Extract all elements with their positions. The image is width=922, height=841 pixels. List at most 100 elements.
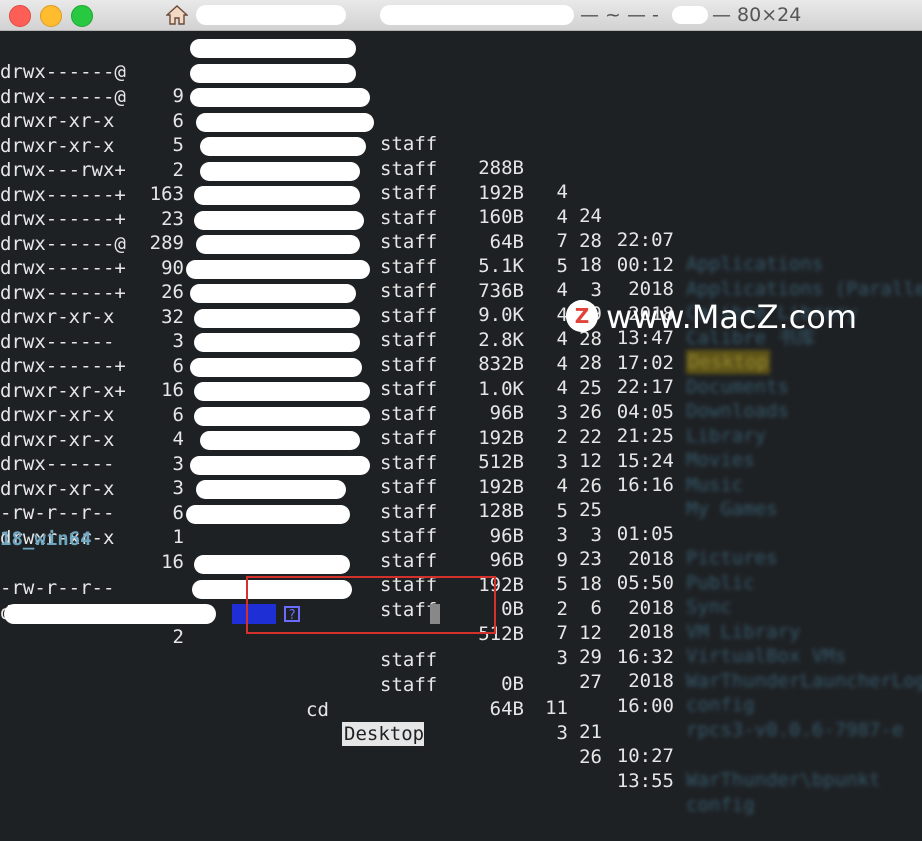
file-name: Applications (Parallels) xyxy=(686,277,922,300)
minimize-window-button[interactable] xyxy=(40,5,62,27)
file-group: staff xyxy=(380,525,438,547)
redacted-owner xyxy=(190,63,356,83)
link-count: 3 xyxy=(172,477,184,499)
listing-row: drwx------ 3 staff 96B 5 6 2018 VirtualB… xyxy=(0,428,846,667)
redacted-owner xyxy=(200,161,360,181)
file-name: rpcs3-v0.0.6-7987-e xyxy=(686,718,904,741)
file-group: staff xyxy=(380,255,438,278)
file-size: 1.0K xyxy=(478,377,524,400)
modified-day: 27 xyxy=(579,670,602,693)
redacted-owner xyxy=(194,406,370,426)
file-group: staff xyxy=(380,476,438,498)
modified-time: 21:25 xyxy=(616,425,674,447)
modified-month: 4 xyxy=(556,303,568,326)
modified-day: 21 xyxy=(579,721,602,743)
redacted-owner xyxy=(186,504,350,524)
link-count: 16 xyxy=(161,550,184,573)
modified-month: 5 xyxy=(556,573,568,595)
listing-row: -rw-r--r-- 1 staff 0B 11 21 10:27 WarThu… xyxy=(0,552,880,791)
modified-day: 28 xyxy=(579,229,602,252)
modified-time: 04:05 xyxy=(616,400,674,423)
modified-day: 25 xyxy=(579,499,602,521)
modified-day: 3 xyxy=(590,523,602,546)
svg-text:Z: Z xyxy=(575,304,590,328)
file-name: Downloads xyxy=(686,400,789,422)
redacted-owner xyxy=(200,431,360,450)
listing-row: drwxr-xr-x 2 staff 64B 3 26 13:55 config xyxy=(0,577,755,816)
link-count: 4 xyxy=(172,428,184,450)
listing-row: drwx------+ 16 staff 512B 4 25 01:05 Pic… xyxy=(0,330,778,569)
window-title-size: — 80×24 xyxy=(712,4,802,26)
file-group: staff xyxy=(380,280,438,302)
file-name: config xyxy=(686,793,755,816)
listing-row: drwx---rwx+ 163 staff 5.1K 4 29 13:47 De… xyxy=(0,134,771,374)
file-name: Documents xyxy=(686,375,789,398)
listing-row: drwx------ 6 staff 192B 3 26 xyxy=(0,306,602,497)
link-count: 23 xyxy=(161,207,184,230)
redacted-owner xyxy=(194,308,360,328)
modified-day: 3 xyxy=(590,278,602,301)
modified-month: 3 xyxy=(556,450,568,473)
listing-row: drwxr-xr-x 16 staff 512B 3 27 16:00 rpcs… xyxy=(0,502,903,741)
modified-month: 4 xyxy=(556,205,568,228)
modified-time: 15:24 xyxy=(616,449,674,472)
modified-month: 4 xyxy=(556,181,568,203)
modified-day: 12 xyxy=(579,450,602,472)
typed-command: cd xyxy=(306,699,329,721)
link-count: 6 xyxy=(172,109,184,132)
close-window-button[interactable] xyxy=(9,5,31,27)
listing-row: drwxr-xr-x 6 staff 192B 2 12 16:32 WarTh… xyxy=(0,453,922,692)
file-size: 5.1K xyxy=(478,255,524,277)
file-size: 192B xyxy=(478,475,524,498)
listing-row: drwxr-xr-x 2 staff 64B 5 3 2018 Calibre … xyxy=(0,110,816,349)
redacted-owner xyxy=(194,333,360,352)
redacted-owner xyxy=(190,284,356,303)
home-icon xyxy=(166,5,188,25)
modified-month: 2 xyxy=(556,426,568,448)
redacted-owner xyxy=(190,88,370,107)
file-size: 96B xyxy=(489,549,524,571)
file-name: WarThunder\bpunkt xyxy=(686,769,881,791)
modified-day: 23 xyxy=(579,548,602,570)
modified-month: 3 xyxy=(556,401,568,424)
file-group: staff xyxy=(380,133,438,155)
modified-day: 28 xyxy=(579,352,602,374)
modified-time: 17:02 xyxy=(616,351,674,374)
file-name: WarThunderLauncherLogs xyxy=(686,669,922,692)
listing-row: drwx------@ 9 staff 288B 4 24 22:07 Appl… xyxy=(0,36,823,275)
file-size: 96B xyxy=(489,524,524,547)
file-size: 160B xyxy=(478,206,524,228)
file-group: staff xyxy=(380,329,438,351)
modified-month: 4 xyxy=(556,475,568,497)
redacted-title-segment xyxy=(672,6,708,24)
redacted-title-segment xyxy=(380,5,574,25)
link-count: 163 xyxy=(149,183,184,205)
listing-row: drwxr-xr-x+ 6 staff 192B 5 3 2018 Public xyxy=(0,355,755,594)
link-count: 6 xyxy=(172,354,184,377)
link-count: 90 xyxy=(161,256,184,279)
file-group: staff xyxy=(380,231,438,253)
listing-row: drwxr-xr-x 5 staff 160B 7 18 2018 Calibr… xyxy=(0,85,858,324)
link-count: 6 xyxy=(172,501,184,524)
file-size: 2.8K xyxy=(478,328,524,351)
listing-row: drwx------+ 23 staff 736B 4 28 17:02 Doc… xyxy=(0,159,789,398)
listing-row: drwx------@ 6 staff 192B 4 28 00:12 Appl… xyxy=(0,61,922,300)
link-count: 2 xyxy=(172,158,184,181)
modified-time: 22:17 xyxy=(616,376,674,398)
link-count: 2 xyxy=(172,625,184,648)
modified-time: 01:05 xyxy=(616,523,674,545)
link-count: 5 xyxy=(172,134,184,156)
file-size: 0B xyxy=(501,673,524,695)
listing-row: -rw-r--r-- 1 staff 0B 7 29 2018 config xyxy=(0,477,755,716)
link-count: 26 xyxy=(161,281,184,303)
modified-month: 11 xyxy=(545,697,568,719)
file-group: staff xyxy=(380,378,438,400)
zoom-window-button[interactable] xyxy=(71,5,93,27)
window-title-path: — ~ — - xyxy=(580,4,659,26)
file-group: staff xyxy=(380,500,438,523)
file-size: 96B xyxy=(489,402,524,424)
file-name: config xyxy=(686,694,755,716)
redacted-owner xyxy=(190,455,370,475)
listing-row: drwxr-xr-x 3 staff 96B 9 18 2018 VM Libr… xyxy=(0,404,800,643)
watermark-text: www.MacZ.com xyxy=(606,298,857,336)
